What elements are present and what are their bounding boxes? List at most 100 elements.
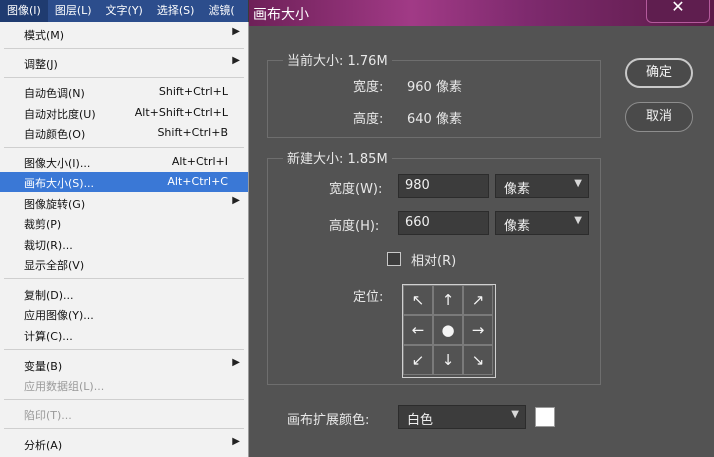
menu-item-shortcut: Alt+Shift+Ctrl+L [134, 106, 228, 119]
menu-item-label: 图像旋转(G) [24, 198, 86, 211]
anchor-left-arrow-icon[interactable]: ← [403, 315, 433, 345]
cancel-button[interactable]: 取消 [625, 102, 693, 132]
menu-item-label: 裁切(R)... [24, 239, 73, 252]
menu-item-label: 模式(M) [24, 29, 65, 42]
menu-item-label: 裁剪(P) [24, 218, 62, 231]
width-unit-select[interactable]: 像素 ▼ [495, 174, 589, 198]
menu-item-trim[interactable]: 裁切(R)... [0, 234, 248, 254]
menu-item-variables[interactable]: 变量(B) ▶ [0, 355, 248, 375]
menu-item-label: 复制(D)... [24, 289, 74, 302]
menu-separator [4, 147, 244, 148]
menu-item-label: 应用图像(Y)... [24, 309, 94, 322]
submenu-arrow-icon: ▶ [232, 55, 240, 66]
menu-item-apply-image[interactable]: 应用图像(Y)... [0, 304, 248, 324]
current-height-value: 640 像素 [407, 112, 462, 127]
menu-item-shortcut: Alt+Ctrl+C [167, 175, 228, 188]
relative-checkbox[interactable] [387, 252, 401, 266]
menu-item-image-rotation[interactable]: 图像旋转(G) ▶ [0, 193, 248, 213]
chevron-down-icon: ▼ [574, 215, 582, 226]
menu-item-crop[interactable]: 裁剪(P) [0, 213, 248, 233]
menu-image[interactable]: 图像(I) [0, 0, 48, 22]
menu-item-canvas-size[interactable]: 画布大小(S)... Alt+Ctrl+C [0, 172, 248, 192]
chevron-down-icon: ▼ [574, 178, 582, 189]
menu-item-apply-data-set: 应用数据组(L)... [0, 375, 248, 395]
current-height-label: 高度: [353, 112, 384, 127]
anchor-top-left-arrow-icon[interactable]: ↖ [403, 285, 433, 315]
menu-item-label: 调整(J) [24, 58, 58, 71]
menu-item-label: 分析(A) [24, 439, 63, 452]
submenu-arrow-icon: ▶ [232, 195, 240, 206]
anchor-label: 定位: [353, 290, 384, 305]
menu-item-auto-color[interactable]: 自动颜色(O) Shift+Ctrl+B [0, 123, 248, 143]
new-size-legend: 新建大小: 1.85M [283, 148, 392, 167]
menu-item-shortcut: Shift+Ctrl+B [157, 126, 228, 139]
height-unit-value: 像素 [504, 219, 531, 234]
image-menu-dropdown: 模式(M) ▶ 调整(J) ▶ 自动色调(N) Shift+Ctrl+L 自动对… [0, 22, 249, 457]
anchor-bottom-left-arrow-icon[interactable]: ↙ [403, 345, 433, 375]
menu-separator [4, 278, 244, 279]
dialog-title-bar[interactable]: 画布大小 ✕ [249, 0, 714, 26]
width-unit-value: 像素 [504, 182, 531, 197]
anchor-bottom-right-arrow-icon[interactable]: ↘ [463, 345, 493, 375]
extension-color-label: 画布扩展颜色: [287, 413, 370, 428]
anchor-right-arrow-icon[interactable]: → [463, 315, 493, 345]
menu-item-image-size[interactable]: 图像大小(I)... Alt+Ctrl+I [0, 152, 248, 172]
current-width-value: 960 像素 [407, 80, 462, 95]
menu-item-shortcut: Alt+Ctrl+I [171, 155, 228, 168]
anchor-bottom-arrow-icon[interactable]: ↓ [433, 345, 463, 375]
anchor-top-right-arrow-icon[interactable]: ↗ [463, 285, 493, 315]
height-unit-select[interactable]: 像素 ▼ [495, 211, 589, 235]
menu-item-auto-contrast[interactable]: 自动对比度(U) Alt+Shift+Ctrl+L [0, 103, 248, 123]
menu-layer[interactable]: 图层(L) [48, 0, 99, 22]
menu-separator [4, 399, 244, 400]
close-icon[interactable]: ✕ [646, 0, 710, 23]
menu-item-label: 画布大小(S)... [24, 177, 95, 190]
canvas-size-dialog: 当前大小: 1.76M 宽度: 960 像素 高度: 640 像素 新建大小: … [249, 26, 714, 457]
menu-separator [4, 77, 244, 78]
new-height-label: 高度(H): [329, 219, 380, 234]
chevron-down-icon: ▼ [511, 409, 519, 420]
menu-item-label: 显示全部(V) [24, 259, 85, 272]
menu-item-label: 应用数据组(L)... [24, 380, 105, 393]
anchor-top-arrow-icon[interactable]: ↑ [433, 285, 463, 315]
menu-item-label: 变量(B) [24, 360, 63, 373]
ok-button[interactable]: 确定 [625, 58, 693, 88]
menu-item-mode[interactable]: 模式(M) ▶ [0, 24, 248, 44]
submenu-arrow-icon: ▶ [232, 26, 240, 37]
menu-item-adjustments[interactable]: 调整(J) ▶ [0, 53, 248, 73]
menu-item-label: 自动对比度(U) [24, 108, 96, 121]
menu-item-trap: 陷印(T)... [0, 404, 248, 424]
menu-item-reveal-all[interactable]: 显示全部(V) [0, 254, 248, 274]
menu-separator [4, 349, 244, 350]
height-input[interactable]: 660 [398, 211, 489, 235]
menu-item-shortcut: Shift+Ctrl+L [158, 85, 228, 98]
menu-select[interactable]: 选择(S) [150, 0, 202, 22]
menu-separator [4, 428, 244, 429]
extension-color-swatch[interactable] [535, 407, 555, 427]
menu-separator [4, 48, 244, 49]
anchor-center-dot-icon[interactable]: ● [433, 315, 463, 345]
submenu-arrow-icon: ▶ [232, 436, 240, 447]
submenu-arrow-icon: ▶ [232, 357, 240, 368]
menu-item-label: 自动颜色(O) [24, 128, 86, 141]
dialog-title: 画布大小 [253, 7, 309, 23]
menu-item-duplicate[interactable]: 复制(D)... [0, 284, 248, 304]
menu-item-label: 陷印(T)... [24, 409, 72, 422]
anchor-grid: ↖ ↑ ↗ ← ● → ↙ ↓ ↘ [402, 284, 496, 378]
menu-item-calculations[interactable]: 计算(C)... [0, 325, 248, 345]
relative-label[interactable]: 相对(R) [411, 250, 456, 269]
extension-color-select[interactable]: 白色 ▼ [398, 405, 526, 429]
menu-item-analysis[interactable]: 分析(A) ▶ [0, 434, 248, 454]
new-width-label: 宽度(W): [329, 182, 383, 197]
menu-type[interactable]: 文字(Y) [99, 0, 150, 22]
current-size-legend: 当前大小: 1.76M [283, 50, 392, 69]
menu-bar: 图像(I) 图层(L) 文字(Y) 选择(S) 滤镜( [0, 0, 248, 22]
current-width-label: 宽度: [353, 80, 384, 95]
extension-color-value: 白色 [407, 413, 434, 428]
menu-item-label: 自动色调(N) [24, 87, 85, 100]
menu-filter[interactable]: 滤镜( [201, 0, 241, 22]
width-input[interactable]: 980 [398, 174, 489, 198]
menu-item-auto-tone[interactable]: 自动色调(N) Shift+Ctrl+L [0, 82, 248, 102]
menu-item-label: 图像大小(I)... [24, 157, 91, 170]
menu-item-label: 计算(C)... [24, 330, 73, 343]
